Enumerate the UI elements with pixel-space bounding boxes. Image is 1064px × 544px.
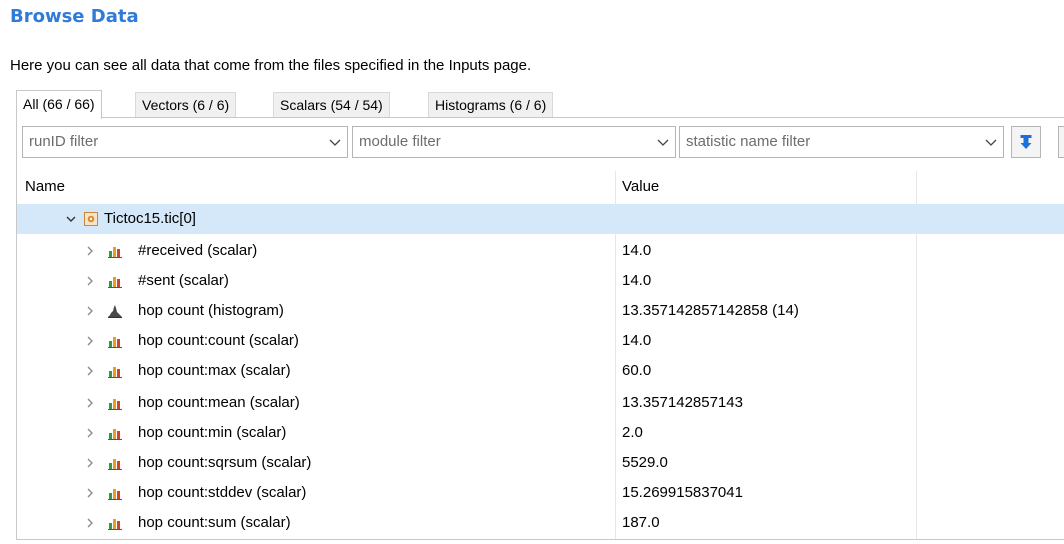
tree-row-value: 14.0 bbox=[622, 242, 652, 259]
scalar-icon bbox=[108, 399, 122, 410]
arrow-down-icon bbox=[1020, 135, 1032, 149]
tree-row-root[interactable]: Tictoc15.tic[0] bbox=[17, 204, 1064, 234]
module-filter-placeholder: module filter bbox=[359, 133, 441, 150]
tree-row-label: hop count (histogram) bbox=[138, 302, 284, 319]
chevron-right-icon[interactable] bbox=[85, 304, 95, 318]
scalar-icon bbox=[108, 459, 122, 470]
tab-histograms[interactable]: Histograms (6 / 6) bbox=[428, 92, 554, 117]
tree-row-value: 14.0 bbox=[622, 272, 652, 289]
chevron-right-icon[interactable] bbox=[85, 334, 95, 348]
tree-row[interactable]: hop count:count (scalar) 14.0 bbox=[17, 326, 1064, 356]
module-filter-combo[interactable]: module filter bbox=[352, 126, 676, 158]
tree-row-label: hop count:sqrsum (scalar) bbox=[138, 454, 312, 471]
scalar-icon bbox=[108, 429, 122, 440]
module-icon bbox=[84, 212, 98, 226]
tree-row[interactable]: hop count:sum (scalar) 187.0 bbox=[17, 508, 1064, 538]
chevron-right-icon[interactable] bbox=[85, 426, 95, 440]
chevron-down-icon[interactable] bbox=[655, 128, 671, 156]
chevron-right-icon[interactable] bbox=[85, 516, 95, 530]
chevron-right-icon[interactable] bbox=[85, 364, 95, 378]
tree-row-label: hop count:mean (scalar) bbox=[138, 394, 300, 411]
scalar-icon bbox=[108, 247, 122, 258]
column-header-value[interactable]: Value bbox=[622, 171, 659, 203]
scalar-icon bbox=[108, 367, 122, 378]
chevron-right-icon[interactable] bbox=[85, 274, 95, 288]
tree-row-value: 187.0 bbox=[622, 514, 660, 531]
chevron-right-icon[interactable] bbox=[85, 244, 95, 258]
tree-row[interactable]: #received (scalar) 14.0 bbox=[17, 236, 1064, 266]
tree-row-value: 60.0 bbox=[622, 362, 652, 379]
page-description: Here you can see all data that come from… bbox=[10, 57, 532, 74]
chevron-right-icon[interactable] bbox=[85, 456, 95, 470]
chevron-right-icon[interactable] bbox=[85, 486, 95, 500]
column-header-name[interactable]: Name bbox=[25, 171, 65, 203]
tree-row-label: hop count:count (scalar) bbox=[138, 332, 299, 349]
tree-row-label: hop count:stddev (scalar) bbox=[138, 484, 307, 501]
tree-row-value: 13.357142857143 bbox=[622, 394, 743, 411]
chevron-down-icon[interactable] bbox=[66, 212, 76, 226]
runid-filter-combo[interactable]: runID filter bbox=[22, 126, 348, 158]
tree-root-label: Tictoc15.tic[0] bbox=[104, 210, 196, 227]
tree-row-label: hop count:max (scalar) bbox=[138, 362, 291, 379]
tree-row[interactable]: hop count:sqrsum (scalar) 5529.0 bbox=[17, 448, 1064, 478]
tab-scalars[interactable]: Scalars (54 / 54) bbox=[273, 92, 390, 117]
tree-row-value: 14.0 bbox=[622, 332, 652, 349]
tree-row[interactable]: hop count (histogram) 13.357142857142858… bbox=[17, 296, 1064, 326]
scalar-icon bbox=[108, 519, 122, 530]
tab-all[interactable]: All (66 / 66) bbox=[16, 90, 102, 119]
tree-row-label: #sent (scalar) bbox=[138, 272, 229, 289]
tree-row[interactable]: hop count:stddev (scalar) 15.26991583704… bbox=[17, 478, 1064, 508]
tree-row[interactable]: hop count:min (scalar) 2.0 bbox=[17, 418, 1064, 448]
tab-vectors[interactable]: Vectors (6 / 6) bbox=[135, 92, 237, 117]
page-title: Browse Data bbox=[10, 6, 139, 27]
histogram-icon bbox=[108, 305, 122, 318]
tree-row-value: 2.0 bbox=[622, 424, 643, 441]
scalar-icon bbox=[108, 337, 122, 348]
tree-row[interactable]: #sent (scalar) 14.0 bbox=[17, 266, 1064, 296]
tree-row-label: #received (scalar) bbox=[138, 242, 258, 259]
toolbar-button-partial[interactable] bbox=[1058, 126, 1064, 158]
runid-filter-placeholder: runID filter bbox=[29, 133, 99, 150]
tree-row-value: 15.269915837041 bbox=[622, 484, 743, 501]
tree-row-label: hop count:min (scalar) bbox=[138, 424, 287, 441]
tree-row-value: 5529.0 bbox=[622, 454, 668, 471]
scalar-icon bbox=[108, 277, 122, 288]
tree-row[interactable]: hop count:mean (scalar) 13.357142857143 bbox=[17, 388, 1064, 418]
tree-row[interactable]: hop count:max (scalar) 60.0 bbox=[17, 356, 1064, 386]
statistic-filter-placeholder: statistic name filter bbox=[686, 133, 811, 150]
chevron-right-icon[interactable] bbox=[85, 396, 95, 410]
apply-filter-button[interactable] bbox=[1011, 126, 1041, 158]
chevron-down-icon[interactable] bbox=[983, 128, 999, 156]
chevron-down-icon[interactable] bbox=[327, 128, 343, 156]
tree-row-value: 13.357142857142858 (14) bbox=[622, 302, 799, 319]
tree-row-label: hop count:sum (scalar) bbox=[138, 514, 291, 531]
statistic-filter-combo[interactable]: statistic name filter bbox=[679, 126, 1004, 158]
scalar-icon bbox=[108, 489, 122, 500]
